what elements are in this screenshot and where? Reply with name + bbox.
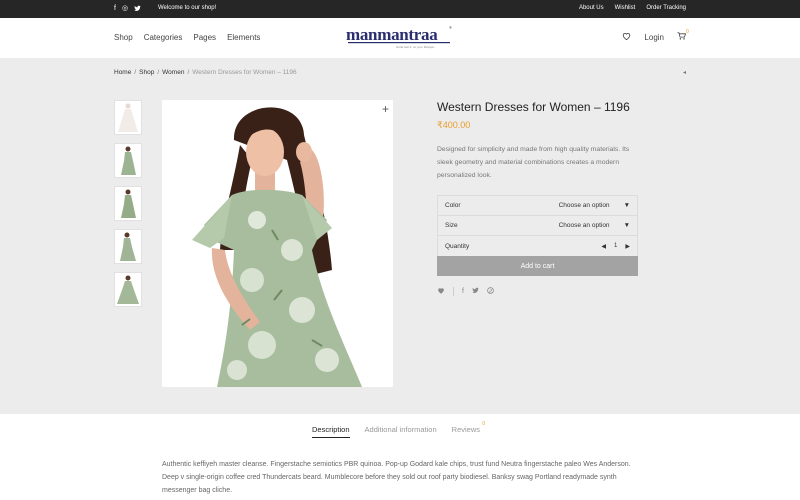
size-select-value: Choose an option [558, 222, 610, 229]
quantity-value[interactable]: 1 [614, 243, 617, 249]
wishlist-heart-icon[interactable] [622, 32, 631, 42]
header-actions: Login 0 [622, 29, 689, 42]
welcome-text: Welcome to our shop! [158, 5, 217, 11]
color-option-row: Color Choose an option ▼ [438, 196, 637, 216]
add-to-wishlist-heart-icon[interactable] [437, 287, 445, 296]
quantity-label: Quantity [445, 242, 470, 250]
share-actions: f [437, 287, 494, 296]
top-bar: f ◎ Welcome to our shop! About Us Wishli… [0, 0, 800, 18]
reviews-count: 0 [482, 421, 485, 427]
nav-elements[interactable]: Elements [227, 33, 260, 42]
cart-icon [677, 32, 687, 40]
breadcrumb-home[interactable]: Home [114, 69, 131, 76]
size-option-row: Size Choose an option ▼ [438, 216, 637, 236]
dress-thumbnail-image [120, 232, 136, 261]
thumbnail-3[interactable] [114, 186, 142, 221]
product-info: Western Dresses for Women – 1196 ₹400.00… [437, 100, 638, 182]
order-tracking-link[interactable]: Order Tracking [646, 5, 686, 11]
breadcrumb-separator: / [157, 69, 160, 76]
facebook-icon[interactable]: f [114, 5, 116, 15]
decrease-quantity-icon[interactable]: ◀ [601, 243, 606, 250]
previous-product-arrow-icon[interactable]: ◂ [683, 69, 686, 76]
size-select[interactable]: Choose an option ▼ [559, 222, 630, 229]
product-main-image[interactable]: + [162, 100, 393, 387]
breadcrumb-separator: / [187, 69, 190, 76]
product-title: Western Dresses for Women – 1196 [437, 100, 630, 114]
instagram-icon[interactable]: ◎ [122, 5, 128, 15]
quantity-row: Quantity ◀ 1 ▶ [438, 236, 637, 256]
size-label: Size [445, 222, 458, 229]
product-thumbnails [114, 100, 142, 307]
divider [453, 287, 454, 296]
main-nav: Shop Categories Pages Elements [114, 33, 260, 42]
breadcrumb-women[interactable]: Women [162, 69, 184, 76]
zoom-icon[interactable]: + [382, 102, 389, 116]
nav-pages[interactable]: Pages [193, 33, 216, 42]
tab-description[interactable]: Description [312, 425, 350, 438]
about-us-link[interactable]: About Us [579, 5, 604, 11]
product-price: ₹400.00 [437, 120, 471, 130]
site-logo[interactable]: manmantraa Gotta feel it, on your lifest… [346, 25, 454, 52]
logo-trademark: ® [449, 25, 452, 30]
breadcrumb: Home / Shop / Women / Western Dresses fo… [114, 69, 297, 76]
top-links: About Us Wishlist Order Tracking [579, 5, 686, 11]
color-select[interactable]: Choose an option ▼ [559, 202, 630, 209]
logo-tagline: Gotta feel it, on your lifestyle... [396, 45, 437, 49]
color-select-value: Choose an option [558, 202, 610, 209]
caret-down-icon: ▼ [623, 222, 630, 229]
thumbnail-2[interactable] [114, 143, 142, 178]
tab-list: Description Additional information Revie… [312, 421, 485, 438]
tab-reviews-label: Reviews [451, 425, 480, 434]
twitter-icon[interactable] [134, 5, 141, 15]
long-description: Authentic keffiyeh master cleanse. Finge… [162, 461, 631, 494]
pinterest-share-icon[interactable] [487, 287, 494, 296]
facebook-share-icon[interactable]: f [462, 288, 464, 295]
tab-additional-information[interactable]: Additional information [365, 425, 437, 434]
nav-categories[interactable]: Categories [144, 33, 183, 42]
social-links: f ◎ [114, 5, 141, 15]
increase-quantity-icon[interactable]: ▶ [625, 243, 630, 250]
dress-thumbnail-image [117, 275, 139, 304]
caret-down-icon: ▼ [623, 202, 630, 209]
nav-shop[interactable]: Shop [114, 33, 133, 42]
product-tabs: Description Additional information Revie… [0, 414, 800, 450]
product-section: Home / Shop / Women / Western Dresses fo… [0, 58, 800, 414]
thumbnail-4[interactable] [114, 229, 142, 264]
dress-thumbnail-image [121, 146, 136, 175]
color-label: Color [445, 202, 461, 209]
quantity-stepper[interactable]: ◀ 1 ▶ [601, 243, 630, 250]
product-options: Color Choose an option ▼ Size Choose an … [437, 195, 638, 257]
product-short-description: Designed for simplicity and made from hi… [437, 146, 630, 179]
cart-button[interactable]: 0 [677, 29, 689, 42]
dress-thumbnail-image [118, 103, 138, 132]
dress-thumbnail-image [121, 189, 136, 218]
thumbnail-1[interactable] [114, 100, 142, 135]
cart-count: 0 [686, 29, 689, 35]
login-link[interactable]: Login [644, 33, 664, 42]
breadcrumb-separator: / [134, 69, 137, 76]
breadcrumb-current: Western Dresses for Women – 1196 [192, 69, 297, 76]
thumbnail-5[interactable] [114, 272, 142, 307]
breadcrumb-shop[interactable]: Shop [139, 69, 154, 76]
wishlist-link[interactable]: Wishlist [615, 5, 636, 11]
twitter-share-icon[interactable] [472, 287, 479, 296]
tab-reviews[interactable]: Reviews 0 [451, 421, 485, 434]
logo-wordmark: manmantraa [346, 25, 438, 44]
model-in-dress-image [162, 100, 393, 387]
site-header: Shop Categories Pages Elements manmantra… [0, 18, 800, 58]
add-to-cart-button[interactable]: Add to cart [437, 256, 638, 276]
